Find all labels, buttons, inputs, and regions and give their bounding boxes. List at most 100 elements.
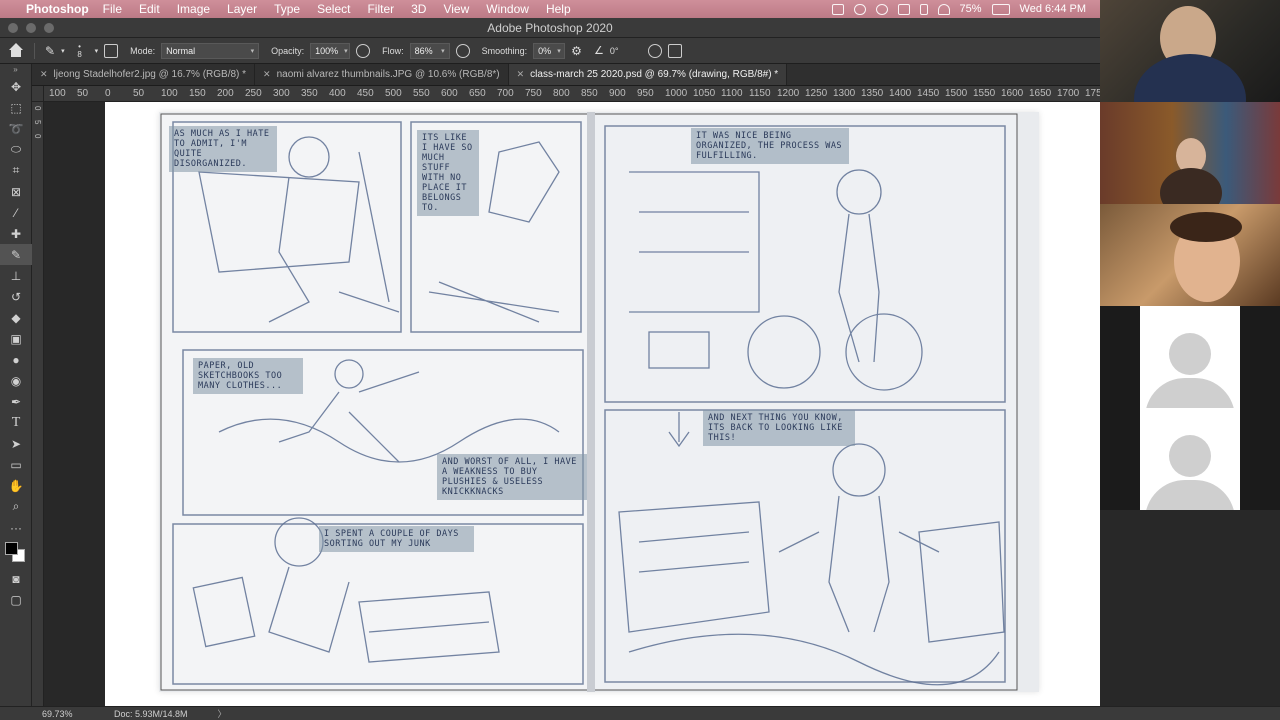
zoom-tool-icon[interactable]: ⌕ [0,496,32,517]
pressure-opacity-icon[interactable] [356,43,371,58]
angle-value[interactable]: 0° [610,46,619,56]
ruler-tick-label: 350 [301,88,318,99]
bluetooth-icon[interactable] [919,3,928,15]
type-tool-icon[interactable]: T [0,412,32,433]
divider [34,42,35,59]
video-tile-participant-1[interactable] [1100,0,1280,102]
quick-mask-icon[interactable]: ◙ [0,568,32,589]
ruler-tick-label: 100 [161,88,178,99]
tab-class-march-25[interactable]: ✕ class-march 25 2020.psd @ 69.7% (drawi… [508,64,788,85]
path-select-tool-icon[interactable]: ➤ [0,433,32,454]
history-brush-tool-icon[interactable]: ↺ [0,286,32,307]
brush-settings-icon[interactable] [104,43,119,58]
blur-tool-icon[interactable]: ● [0,349,32,370]
eyedropper-tool-icon[interactable]: ⁄ [0,202,32,223]
document-size-info[interactable]: Doc: 5.93M/14.8M [114,709,188,719]
brush-preset-icon[interactable]: ✎ [45,44,55,58]
move-tool-icon[interactable]: ✥ [0,76,32,97]
collapse-toolbar-icon[interactable]: » [0,64,31,76]
cloud-icon[interactable] [853,3,866,15]
lasso-tool-icon[interactable]: ➰ [0,118,32,139]
wifi-icon[interactable] [937,3,950,15]
ruler-tick-label: 1550 [973,88,996,99]
app-menu[interactable]: Photoshop [26,2,89,16]
pen-tool-icon[interactable]: ✒ [0,391,32,412]
ruler-corner[interactable] [32,86,44,102]
record-icon[interactable] [875,3,888,15]
smoothing-field[interactable]: 0% ▾ [533,42,566,59]
rectangle-tool-icon[interactable]: ▭ [0,454,32,475]
ruler-tick-label: 50 [77,88,89,99]
video-tile-participant-5[interactable] [1100,408,1280,510]
avatar-body [1145,480,1235,510]
video-tile-participant-3[interactable] [1100,204,1280,306]
minimize-window-button[interactable] [26,22,36,33]
chevron-down-icon[interactable]: ▾ [95,47,99,55]
menu-edit[interactable]: Edit [139,2,160,16]
healing-tool-icon[interactable]: ✚ [0,223,32,244]
menu-help[interactable]: Help [546,2,571,16]
menu-type[interactable]: Type [274,2,300,16]
dodge-tool-icon[interactable]: ◉ [0,370,32,391]
chevron-down-icon: ▾ [557,47,561,55]
canvas-area[interactable]: AS MUCH AS I HATE TO ADMIT, I'M QUITE DI… [44,102,1100,706]
opacity-field[interactable]: 100% ▾ [310,42,351,59]
menu-window[interactable]: Window [486,2,529,16]
zoom-window-button[interactable] [44,22,54,33]
menu-3d[interactable]: 3D [411,2,426,16]
marquee-tool-icon[interactable]: ⬚ [0,97,32,118]
menu-filter[interactable]: Filter [367,2,394,16]
ruler-tick-label: 800 [553,88,570,99]
ruler-tick-label: 1000 [665,88,688,99]
ruler-tick-label: 0 [33,106,42,111]
menubar-clock[interactable]: Wed 6:44 PM [1020,3,1086,15]
video-tile-participant-4[interactable] [1100,306,1280,408]
close-tab-icon[interactable]: ✕ [40,69,48,80]
video-tile-participant-2[interactable] [1100,102,1280,204]
menu-file[interactable]: File [103,2,122,16]
gradient-tool-icon[interactable]: ▣ [0,328,32,349]
brush-tool-icon[interactable]: ✎ [0,244,32,265]
crop-tool-icon[interactable]: ⌗ [0,160,32,181]
vertical-ruler[interactable]: 0 5 0 [32,102,44,706]
tab-ljeong-stadelhofer[interactable]: ✕ ljeong Stadelhofer2.jpg @ 16.7% (RGB/8… [32,64,256,85]
airplay-icon[interactable] [897,3,910,15]
tab-naomi-alvarez[interactable]: ✕ naomi alvarez thumbnails.JPG @ 10.6% (… [255,64,509,85]
close-tab-icon[interactable]: ✕ [263,69,271,80]
symmetry-icon[interactable] [668,43,683,58]
status-menu-arrow-icon[interactable]: 〉 [218,707,227,720]
ruler-tick-label: 550 [413,88,430,99]
mode-label: Mode: [130,45,156,56]
sidecar-icon[interactable] [831,3,844,15]
stamp-tool-icon[interactable]: ⊥ [0,265,32,286]
airbrush-icon[interactable] [455,43,470,58]
screen-mode-icon[interactable]: ▢ [0,589,32,610]
menu-image[interactable]: Image [177,2,210,16]
frame-tool-icon[interactable]: ⊠ [0,181,32,202]
chevron-down-icon[interactable]: ▾ [61,47,65,55]
flow-field[interactable]: 86% ▾ [409,42,450,59]
menu-layer[interactable]: Layer [227,2,257,16]
quick-select-tool-icon[interactable]: ⬭ [0,139,32,160]
ruler-tick-label: 1650 [1029,88,1052,99]
foreground-color-swatch[interactable] [5,542,18,555]
close-tab-icon[interactable]: ✕ [517,69,525,80]
comic-artwork: AS MUCH AS I HATE TO ADMIT, I'M QUITE DI… [159,112,1039,692]
battery-percent[interactable]: 75% [960,3,982,15]
mode-select[interactable]: Normal ▾ [161,42,260,59]
ruler-tick-label: 5 [33,120,42,125]
more-tools-icon[interactable]: ··· [0,517,32,538]
hand-tool-icon[interactable]: ✋ [0,475,32,496]
menu-select[interactable]: Select [317,2,350,16]
pressure-size-icon[interactable] [648,43,663,58]
menu-view[interactable]: View [443,2,469,16]
eraser-tool-icon[interactable]: ◆ [0,307,32,328]
horizontal-ruler[interactable]: 100 50 0 50 100 150 200 250 300 350 400 450 500 550 60… [44,86,1100,102]
zoom-level-field[interactable]: 69.73% [0,709,78,719]
gear-icon[interactable]: ⚙ [571,44,582,58]
brush-size-preview[interactable]: • 8 [71,42,89,59]
avatar-body [1145,378,1235,408]
battery-icon[interactable] [991,3,1010,15]
close-window-button[interactable] [8,22,18,33]
home-icon[interactable] [8,42,24,59]
